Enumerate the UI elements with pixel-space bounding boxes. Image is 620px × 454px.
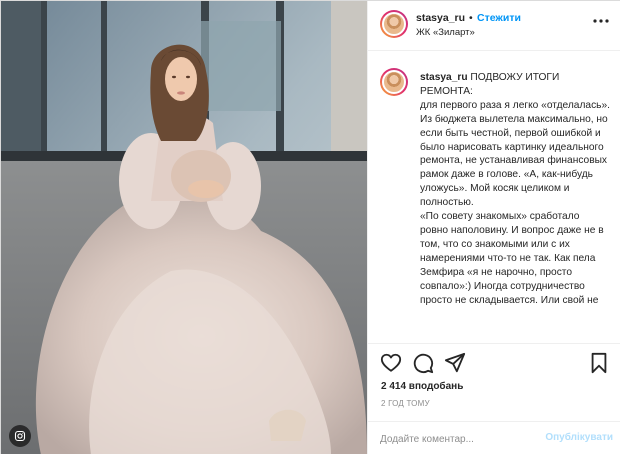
photo-woman-in-tulle-dress xyxy=(1,1,367,454)
post-sidebar: stasya_ru • Стежити ЖК «Зиларт» stasya_r… xyxy=(367,1,620,454)
caption-username[interactable]: stasya_ru xyxy=(420,72,468,83)
location-link[interactable]: ЖК «Зиларт» xyxy=(416,27,475,38)
post-dialog: stasya_ru • Стежити ЖК «Зиларт» stasya_r… xyxy=(0,0,620,454)
comment-input[interactable] xyxy=(380,431,540,447)
avatar[interactable] xyxy=(380,10,408,38)
paper-plane-icon[interactable] xyxy=(444,352,466,374)
publish-button[interactable]: Опублікувати xyxy=(545,432,613,443)
caption-avatar[interactable] xyxy=(380,68,408,96)
instagram-icon xyxy=(9,425,31,447)
likes-count[interactable]: 2 414 вподобань xyxy=(381,381,463,392)
separator-dot: • xyxy=(469,12,473,24)
more-horizontal-icon[interactable] xyxy=(593,15,609,27)
post-photo[interactable] xyxy=(1,1,367,454)
heart-icon[interactable] xyxy=(380,352,402,374)
comment-icon[interactable] xyxy=(412,352,434,374)
username-link[interactable]: stasya_ru xyxy=(416,12,465,24)
post-header: stasya_ru • Стежити ЖК «Зиларт» xyxy=(368,1,620,51)
bookmark-icon[interactable] xyxy=(588,352,610,374)
follow-button[interactable]: Стежити xyxy=(477,12,521,24)
caption-scroll[interactable]: stasya_ru ПОДВОЖУ ИТОГИ РЕМОНТА: для пер… xyxy=(368,52,620,343)
post-caption: stasya_ru ПОДВОЖУ ИТОГИ РЕМОНТА: для пер… xyxy=(420,71,610,307)
action-bar xyxy=(368,343,620,383)
comment-bar: Опублікувати xyxy=(368,421,620,454)
caption-text: ПОДВОЖУ ИТОГИ РЕМОНТА: для первого раза … xyxy=(420,72,610,306)
post-timestamp[interactable]: 2 ГОД ТОМУ xyxy=(381,399,430,408)
